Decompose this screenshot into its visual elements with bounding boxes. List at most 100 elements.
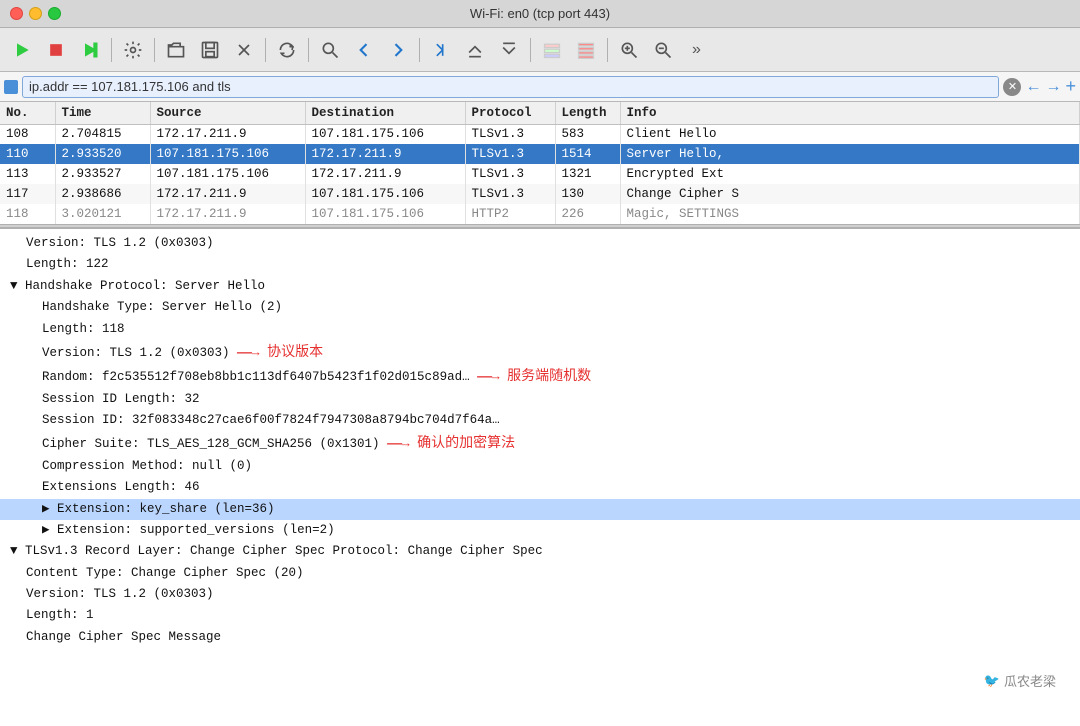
scroll-up-button[interactable] (459, 34, 491, 66)
table-cell: Magic, SETTINGS (620, 204, 1080, 224)
table-row[interactable]: 1172.938686172.17.211.9107.181.175.106TL… (0, 184, 1080, 204)
settings-button[interactable] (117, 34, 149, 66)
packet-table: No. Time Source Destination Protocol Len… (0, 102, 1080, 224)
table-cell: 2.933527 (55, 164, 150, 184)
scroll-down-button[interactable] (493, 34, 525, 66)
table-cell: Client Hello (620, 124, 1080, 144)
col-info: Info (620, 102, 1080, 124)
detail-panel: Version: TLS 1.2 (0x0303)Length: 122▼ Ha… (0, 228, 1080, 726)
coloring-rules-button[interactable] (570, 34, 602, 66)
detail-text: Random: f2c535512f708eb8bb1c113df6407b54… (42, 370, 470, 384)
table-row[interactable]: 1183.020121172.17.211.9107.181.175.106HT… (0, 204, 1080, 224)
stop-capture-button[interactable] (40, 34, 72, 66)
detail-line[interactable]: ▼ TLSv1.3 Record Layer: Change Cipher Sp… (0, 541, 1080, 562)
reload-button[interactable] (271, 34, 303, 66)
maximize-button[interactable] (48, 7, 61, 20)
table-cell: 2.933520 (55, 144, 150, 164)
col-no: No. (0, 102, 55, 124)
close-button[interactable] (10, 7, 23, 20)
table-cell: Change Cipher S (620, 184, 1080, 204)
detail-line: Compression Method: null (0) (0, 456, 1080, 477)
col-protocol: Protocol (465, 102, 555, 124)
sep7 (607, 38, 608, 62)
table-cell: 172.17.211.9 (150, 124, 305, 144)
filter-add-button[interactable]: + (1065, 76, 1076, 97)
table-row[interactable]: 1132.933527107.181.175.106172.17.211.9TL… (0, 164, 1080, 184)
col-destination: Destination (305, 102, 465, 124)
filter-clear-button[interactable]: ✕ (1003, 78, 1021, 96)
table-cell: 113 (0, 164, 55, 184)
detail-line: Length: 1 (0, 605, 1080, 626)
annotation-text: 服务端随机数 (507, 367, 591, 383)
watermark: 🐦 瓜农老梁 (984, 671, 1056, 690)
watermark-icon: 🐦 (984, 673, 1000, 689)
col-time: Time (55, 102, 150, 124)
zoom-in-button[interactable] (613, 34, 645, 66)
filter-input[interactable] (22, 76, 999, 98)
annotation-text: 协议版本 (267, 343, 323, 359)
table-cell: TLSv1.3 (465, 144, 555, 164)
sep5 (419, 38, 420, 62)
filter-arrow-right[interactable]: → (1045, 78, 1061, 96)
detail-line[interactable]: ▼ Handshake Protocol: Server Hello (0, 276, 1080, 297)
detail-line: Change Cipher Spec Message (0, 627, 1080, 648)
table-cell: 1514 (555, 144, 620, 164)
title-bar: Wi-Fi: en0 (tcp port 443) (0, 0, 1080, 28)
sep2 (154, 38, 155, 62)
table-cell: 172.17.211.9 (150, 204, 305, 224)
detail-line: Version: TLS 1.2 (0x0303) (0, 584, 1080, 605)
forward-button[interactable] (382, 34, 414, 66)
table-cell: 107.181.175.106 (305, 124, 465, 144)
table-cell: TLSv1.3 (465, 164, 555, 184)
table-header-row: No. Time Source Destination Protocol Len… (0, 102, 1080, 124)
restart-capture-button[interactable] (74, 34, 106, 66)
save-button[interactable] (194, 34, 226, 66)
annotation-text: 确认的加密算法 (417, 434, 515, 450)
table-cell: 1321 (555, 164, 620, 184)
jump-capture-button[interactable] (425, 34, 457, 66)
table-cell: 2.704815 (55, 124, 150, 144)
detail-line: Session ID: 32f083348c27cae6f00f7824f794… (0, 410, 1080, 431)
annotation-arrow: ——→ (380, 437, 418, 451)
table-cell: 172.17.211.9 (305, 164, 465, 184)
packet-table-section: No. Time Source Destination Protocol Len… (0, 102, 1080, 224)
detail-line: Session ID Length: 32 (0, 389, 1080, 410)
zoom-out-button[interactable] (647, 34, 679, 66)
table-cell: 107.181.175.106 (150, 164, 305, 184)
table-cell: 117 (0, 184, 55, 204)
detail-line[interactable]: ▶ Extension: supported_versions (len=2) (0, 520, 1080, 541)
sep3 (265, 38, 266, 62)
colorize-button[interactable] (536, 34, 568, 66)
open-button[interactable] (160, 34, 192, 66)
table-cell: TLSv1.3 (465, 124, 555, 144)
back-button[interactable] (348, 34, 380, 66)
table-cell: 583 (555, 124, 620, 144)
find-button[interactable] (314, 34, 346, 66)
minimize-button[interactable] (29, 7, 42, 20)
main-content: No. Time Source Destination Protocol Len… (0, 102, 1080, 726)
table-cell: Encrypted Ext (620, 164, 1080, 184)
detail-line: Extensions Length: 46 (0, 477, 1080, 498)
filter-bar: ✕ ← → + (0, 72, 1080, 102)
detail-text: Cipher Suite: TLS_AES_128_GCM_SHA256 (0x… (42, 437, 380, 451)
table-cell: HTTP2 (465, 204, 555, 224)
filter-arrow-left[interactable]: ← (1025, 78, 1041, 96)
table-row[interactable]: 1102.933520107.181.175.106172.17.211.9TL… (0, 144, 1080, 164)
table-cell: 107.181.175.106 (305, 204, 465, 224)
table-cell: 3.020121 (55, 204, 150, 224)
start-capture-button[interactable] (6, 34, 38, 66)
detail-line: Handshake Type: Server Hello (2) (0, 297, 1080, 318)
table-cell: 130 (555, 184, 620, 204)
table-cell: 226 (555, 204, 620, 224)
more-button[interactable]: » (681, 34, 713, 66)
detail-line[interactable]: ▶ Extension: key_share (len=36) (0, 499, 1080, 520)
table-row[interactable]: 1082.704815172.17.211.9107.181.175.106TL… (0, 124, 1080, 144)
table-cell: 2.938686 (55, 184, 150, 204)
filter-indicator (4, 80, 18, 94)
sep1 (111, 38, 112, 62)
toolbar: » (0, 28, 1080, 72)
close-file-button[interactable] (228, 34, 260, 66)
watermark-text: 瓜农老梁 (1004, 671, 1056, 690)
sep4 (308, 38, 309, 62)
window-title: Wi-Fi: en0 (tcp port 443) (470, 6, 610, 21)
